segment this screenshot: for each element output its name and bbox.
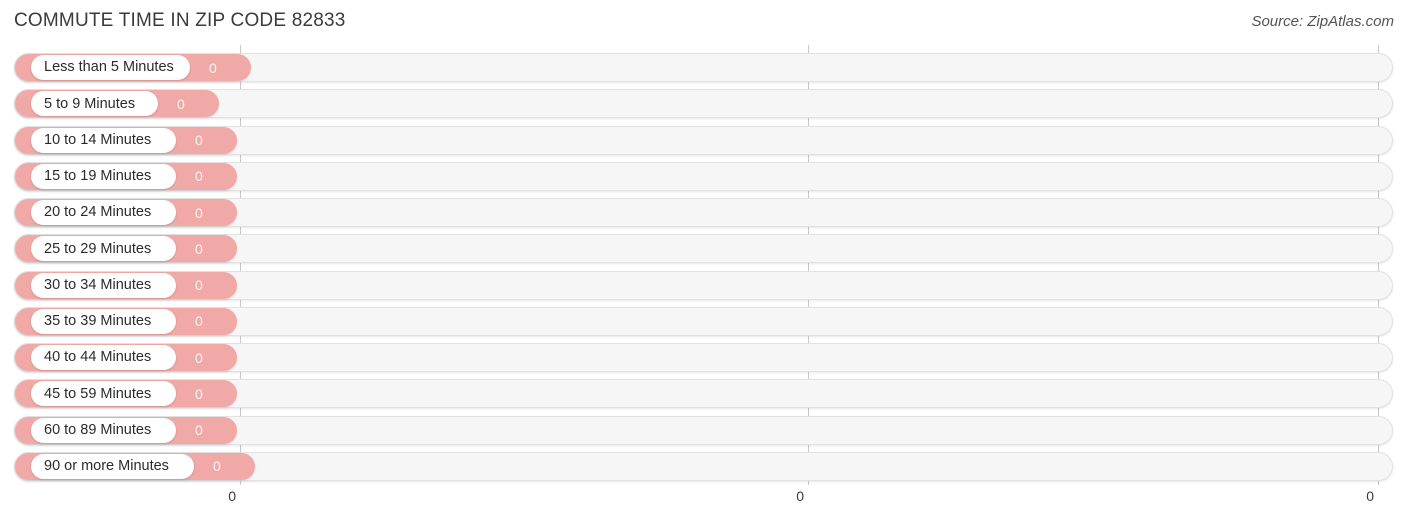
bar-label-pill: 5 to 9 Minutes: [31, 91, 158, 117]
x-tick-label-1: 0: [796, 488, 804, 504]
bar-row[interactable]: Less than 5 Minutes 0: [14, 53, 1393, 82]
x-tick-label-2: 0: [1366, 488, 1374, 504]
bar-row[interactable]: 60 to 89 Minutes 0: [14, 415, 1393, 445]
chart-header: COMMUTE TIME IN ZIP CODE 82833 Source: Z…: [0, 0, 1406, 45]
bar-row[interactable]: 10 to 14 Minutes 0: [14, 125, 1393, 155]
bar-label-pill: 25 to 29 Minutes: [31, 236, 176, 262]
bar-label-pill: 10 to 14 Minutes: [31, 127, 176, 153]
bar-row[interactable]: 35 to 39 Minutes 0: [14, 306, 1393, 336]
bar-label-pill: 35 to 39 Minutes: [31, 308, 176, 334]
bar-row[interactable]: 40 to 44 Minutes 0: [14, 343, 1393, 373]
bar-track: [14, 89, 1393, 119]
bar-label-pill: 30 to 34 Minutes: [31, 272, 176, 298]
bar-row[interactable]: 25 to 29 Minutes 0: [14, 234, 1393, 264]
source-attribution: Source: ZipAtlas.com: [1251, 13, 1394, 30]
bar-category-label: 60 to 89 Minutes: [44, 421, 152, 438]
bar-label-pill: Less than 5 Minutes: [31, 55, 190, 80]
bar-value-label: 0: [195, 168, 203, 185]
bar-value-label: 0: [195, 240, 203, 257]
bar-label-pill: 90 or more Minutes: [31, 453, 194, 479]
bar-value-label: 0: [213, 458, 221, 475]
bar-category-label: 15 to 19 Minutes: [44, 168, 152, 185]
bar-value-label: 0: [195, 349, 203, 366]
page-title: COMMUTE TIME IN ZIP CODE 82833: [14, 10, 346, 31]
bar-category-label: 90 or more Minutes: [44, 458, 169, 475]
bar-label-pill: 15 to 19 Minutes: [31, 163, 176, 189]
bar-value-label: 0: [195, 132, 203, 149]
bar-row[interactable]: 20 to 24 Minutes 0: [14, 198, 1393, 228]
bar-row[interactable]: 45 to 59 Minutes 0: [14, 379, 1393, 409]
bar-label-pill: 60 to 89 Minutes: [31, 417, 176, 443]
bar-value-label: 0: [177, 95, 185, 112]
bar-category-label: 25 to 29 Minutes: [44, 240, 152, 257]
bar-category-label: 40 to 44 Minutes: [44, 349, 152, 366]
bar-label-pill: 40 to 44 Minutes: [31, 345, 176, 371]
bar-category-label: 35 to 39 Minutes: [44, 313, 152, 330]
bar-value-label: 0: [195, 204, 203, 221]
bar-category-label: 10 to 14 Minutes: [44, 131, 152, 148]
x-axis: 0 0 0: [0, 485, 1406, 524]
bar-value-label: 0: [195, 277, 203, 294]
bar-label-pill: 20 to 24 Minutes: [31, 200, 176, 226]
bar-label-pill: 45 to 59 Minutes: [31, 381, 176, 407]
bar-row[interactable]: 90 or more Minutes 0: [14, 451, 1393, 481]
bar-value-label: 0: [195, 313, 203, 330]
bar-value-label: 0: [195, 422, 203, 439]
bar-value-label: 0: [209, 59, 217, 76]
x-tick-label-0: 0: [228, 488, 236, 504]
bar-category-label: 45 to 59 Minutes: [44, 385, 152, 402]
bar-row[interactable]: 5 to 9 Minutes 0: [14, 89, 1393, 119]
chart-plot-area: Less than 5 Minutes 0 5 to 9 Minutes 0 10 to…: [0, 45, 1406, 485]
bar-category-label: Less than 5 Minutes: [44, 59, 174, 76]
bar-category-label: 20 to 24 Minutes: [44, 204, 152, 221]
bar-row[interactable]: 30 to 34 Minutes 0: [14, 270, 1393, 300]
bar-category-label: 30 to 34 Minutes: [44, 276, 152, 293]
bar-value-label: 0: [195, 385, 203, 402]
bar-row[interactable]: 15 to 19 Minutes 0: [14, 161, 1393, 191]
bar-category-label: 5 to 9 Minutes: [44, 95, 136, 112]
